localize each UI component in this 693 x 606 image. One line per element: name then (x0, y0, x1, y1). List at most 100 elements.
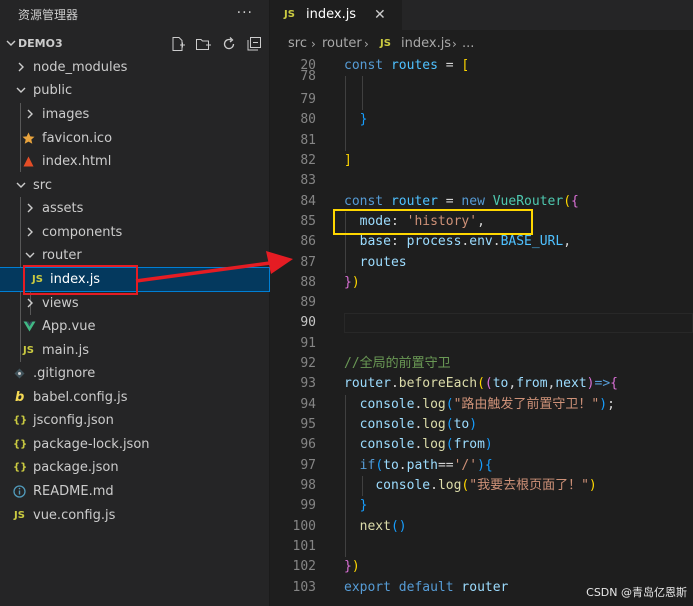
line-number: 90 (300, 315, 316, 330)
line-number: 102 (292, 559, 316, 574)
code-line: if(to.path=='/'){ (359, 458, 493, 473)
tab-bar: JS index.js ✕ (270, 0, 693, 30)
tree-item-label: components (42, 225, 123, 240)
refresh-icon[interactable] (221, 36, 237, 52)
line-number: 92 (300, 356, 316, 371)
project-name: DEMO3 (18, 37, 63, 50)
tree-item-index-html[interactable]: index.html (0, 150, 269, 173)
line-number: 97 (300, 458, 316, 473)
tree-item-app-vue[interactable]: App.vue (0, 315, 269, 338)
javascript-file-icon: JS (14, 510, 25, 521)
tree-item-readme[interactable]: README.md (0, 480, 269, 503)
line-number: 89 (300, 295, 316, 310)
tree-item-label: favicon.ico (42, 131, 113, 146)
tree-item-jsconfig[interactable]: {} jsconfig.json (0, 409, 269, 432)
tree-item-components[interactable]: components (0, 221, 269, 244)
code-line: console.log(from) (359, 437, 493, 452)
tree-item-label: jsconfig.json (33, 413, 114, 428)
tree-item-main-js[interactable]: JS main.js (0, 339, 269, 362)
line-number: 101 (292, 539, 316, 554)
chevron-down-icon (16, 87, 26, 93)
tree-item-label: babel.config.js (33, 390, 128, 405)
new-folder-icon[interactable] (195, 36, 212, 52)
project-root[interactable]: DEMO3 (0, 33, 270, 55)
highlight-box (333, 209, 533, 235)
chevron-down-icon (25, 252, 35, 258)
tree-item-assets[interactable]: assets (0, 197, 269, 220)
breadcrumb-src[interactable]: src (288, 32, 307, 56)
explorer-sidebar: 资源管理器 ··· DEMO3 node_modules public imag… (0, 0, 270, 606)
tree-item-label: images (42, 107, 90, 122)
tree-item-label: package-lock.json (33, 437, 150, 452)
tree-item-label: package.json (33, 460, 119, 475)
line-number: 80 (300, 112, 316, 127)
code-line: const routes = [ (344, 58, 470, 73)
selection-box (23, 265, 138, 295)
code-line: }) (344, 275, 360, 290)
chevron-down-icon (16, 182, 26, 188)
code-line: next() (359, 519, 407, 534)
code-line: console.log("我要去根页面了！") (375, 478, 597, 493)
chevron-right-icon (18, 62, 24, 72)
tree-item-label: node_modules (33, 60, 128, 75)
breadcrumb: src › router › JS index.js › ... (270, 32, 693, 56)
chevron-right-icon: › (364, 37, 369, 51)
code-line: routes (359, 255, 407, 270)
line-number: 78 (300, 70, 316, 84)
tree-item-vue-config[interactable]: JS vue.config.js (0, 504, 269, 527)
tree-item-gitignore[interactable]: .gitignore (0, 362, 269, 385)
json-file-icon: {} (13, 462, 28, 473)
tree-item-label: .gitignore (33, 366, 96, 381)
line-number: 96 (300, 437, 316, 452)
tree-item-label: README.md (33, 484, 114, 499)
indent-guide (362, 76, 363, 110)
json-file-icon: {} (13, 439, 28, 450)
chevron-right-icon (27, 227, 33, 237)
breadcrumb-more[interactable]: ... (462, 32, 474, 56)
tab-label: index.js (306, 7, 357, 22)
chevron-right-icon (27, 203, 33, 213)
tree-item-label: views (42, 296, 79, 311)
new-file-icon[interactable] (170, 36, 186, 52)
tree-item-label: index.html (42, 154, 112, 169)
chevron-right-icon (27, 109, 33, 119)
tab-index-js[interactable]: JS index.js ✕ (270, 0, 402, 30)
more-actions-button[interactable]: ··· (237, 0, 253, 30)
code-line: export default router (344, 580, 509, 595)
tree-item-node-modules[interactable]: node_modules (0, 56, 269, 79)
line-number: 79 (300, 92, 316, 107)
line-number: 95 (300, 417, 316, 432)
tree-item-images[interactable]: images (0, 103, 269, 126)
current-line-highlight (344, 313, 693, 333)
line-number: 84 (300, 194, 316, 209)
tree-item-public[interactable]: public (0, 79, 269, 102)
line-number: 98 (300, 478, 316, 493)
tree-item-babel-config[interactable]: b babel.config.js (0, 386, 269, 409)
code-line: router.beforeEach((to,from,next)=>{ (344, 376, 618, 391)
breadcrumb-file[interactable]: index.js (401, 32, 451, 56)
tree-item-package-json[interactable]: {} package.json (0, 456, 269, 479)
code-line: ] (344, 153, 352, 168)
javascript-file-icon: JS (380, 38, 391, 49)
line-number: 93 (300, 376, 316, 391)
tree-item-views[interactable]: views (0, 292, 269, 315)
star-icon (22, 132, 35, 144)
javascript-file-icon: JS (23, 345, 34, 356)
collapse-all-icon[interactable] (246, 36, 262, 52)
chevron-right-icon: › (452, 37, 457, 51)
tree-item-favicon[interactable]: favicon.ico (0, 127, 269, 150)
tree-item-label: public (33, 83, 73, 98)
tree-item-label: src (33, 178, 52, 193)
vue-file-icon (23, 321, 36, 332)
babel-file-icon: b (15, 390, 25, 405)
git-file-icon (14, 368, 25, 379)
line-number: 100 (292, 519, 316, 534)
annotation-arrow (135, 251, 293, 283)
breadcrumb-router[interactable]: router (322, 32, 362, 56)
explorer-title: 资源管理器 (18, 8, 79, 22)
tree-item-package-lock[interactable]: {} package-lock.json (0, 433, 269, 456)
tree-item-src[interactable]: src (0, 174, 269, 197)
line-number: 94 (300, 397, 316, 412)
line-number: 103 (292, 580, 316, 595)
close-icon[interactable]: ✕ (374, 0, 386, 30)
